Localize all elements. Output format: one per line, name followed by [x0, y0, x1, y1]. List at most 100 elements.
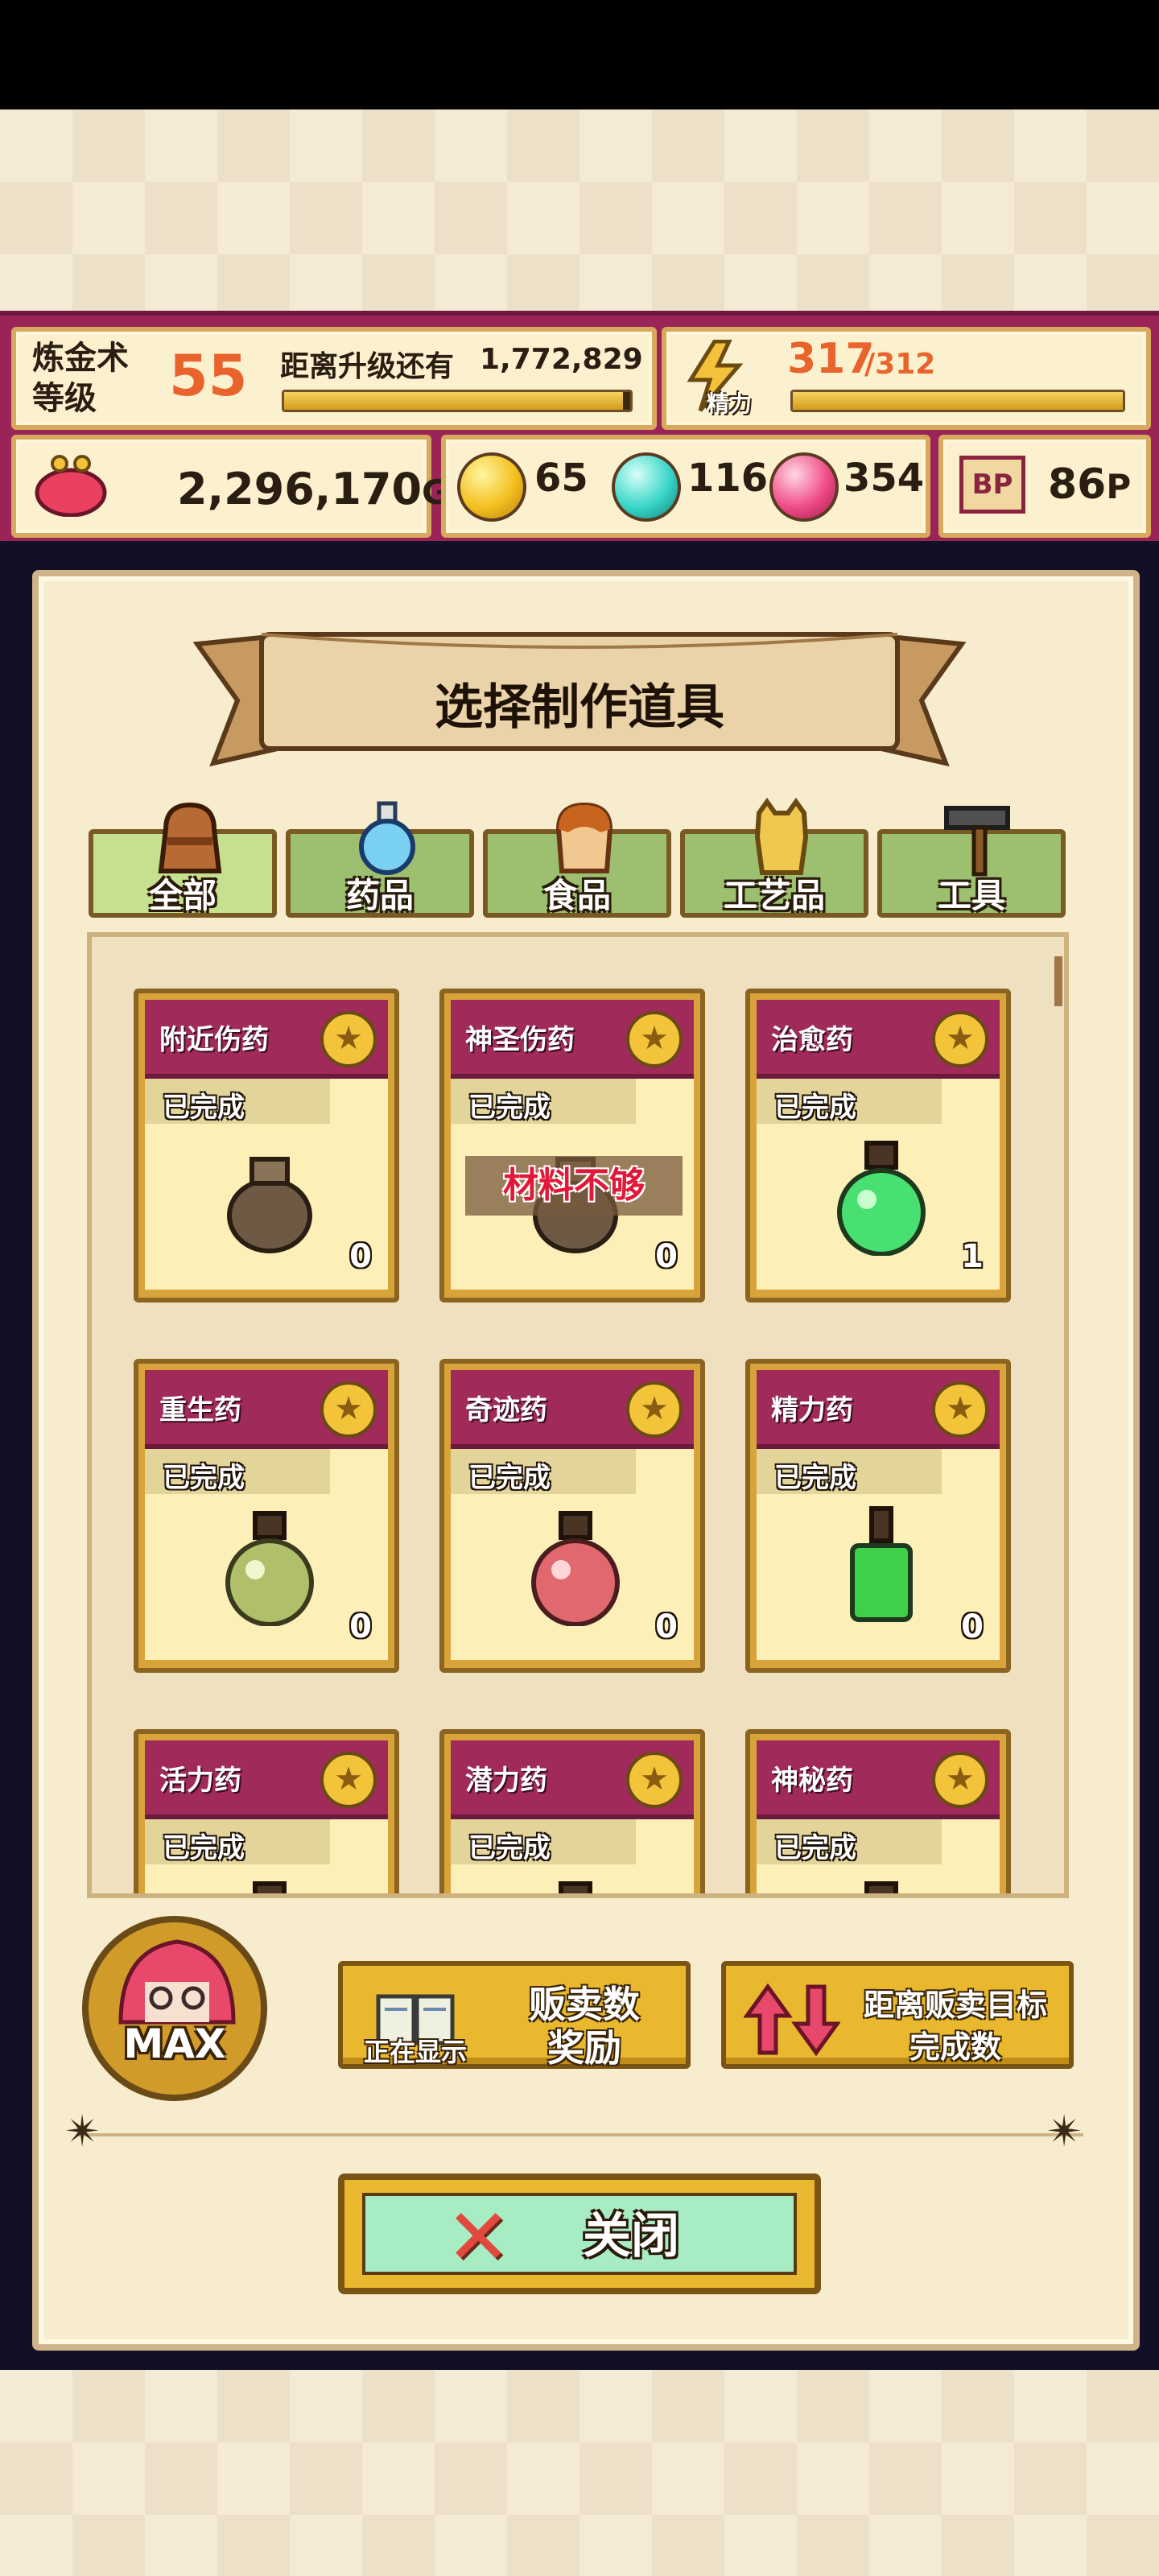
- item-count: 0: [349, 1238, 372, 1275]
- item-status: 已完成: [468, 1462, 551, 1494]
- item-grid: 附近伤药 ★ 已完成 0 神圣伤药 ★ 已完成 材料不够 0 治愈药 ★ 已完成 1 重生药 ★ 已完成 0 奇迹…: [92, 937, 1064, 1893]
- item-card[interactable]: 精力药 ★ 已完成 0: [745, 1359, 1011, 1673]
- sort-by-goal-button[interactable]: 距离贩卖目标 完成数: [721, 1961, 1074, 2069]
- green-potion-icon: [837, 1141, 926, 1256]
- bp-value: 86P: [1048, 460, 1132, 509]
- item-list[interactable]: 附近伤药 ★ 已完成 0 神圣伤药 ★ 已完成 材料不够 0 治愈药 ★ 已完成 1 重生药 ★ 已完成 0 奇迹…: [87, 932, 1069, 1898]
- item-name: 活力药: [159, 1765, 241, 1797]
- background-top: [0, 109, 1159, 316]
- energy-label: 精力: [707, 390, 753, 417]
- status-bar: [0, 0, 1159, 109]
- item-status: 已完成: [163, 1092, 245, 1124]
- item-name: 神圣伤药: [465, 1024, 575, 1056]
- next-level-label: 距离升级还有: [280, 350, 455, 383]
- item-card-body: 已完成 0: [145, 1079, 388, 1290]
- tab-medicine-label: 药品: [345, 876, 414, 915]
- background-bottom: [0, 2370, 1159, 2576]
- star-icon[interactable]: ★: [932, 1752, 988, 1808]
- close-button[interactable]: ✕ 关闭: [338, 2174, 821, 2294]
- item-status: 已完成: [774, 1092, 856, 1124]
- bread-icon: [555, 802, 613, 873]
- item-name: 奇迹药: [465, 1394, 547, 1426]
- item-card-body: 已完成: [757, 1819, 1000, 1893]
- energy-progress-bar: [790, 390, 1125, 412]
- sales-reward-button[interactable]: 正在显示 贩卖数 奖励: [338, 1961, 691, 2070]
- tab-tools-label: 工具: [937, 876, 1005, 915]
- item-card[interactable]: 神秘药 ★ 已完成: [745, 1729, 1011, 1893]
- red-potion-icon: [531, 1511, 620, 1626]
- divider-line: [77, 2133, 1083, 2136]
- tab-crafts[interactable]: 工艺品: [680, 797, 868, 918]
- item-name: 治愈药: [771, 1024, 853, 1056]
- tab-food[interactable]: 食品: [483, 802, 671, 918]
- close-label: 关闭: [583, 2208, 679, 2264]
- bp-icon: BP: [959, 456, 1025, 514]
- pink-orb-count: 354: [843, 456, 925, 501]
- item-card-header: 附近伤药 ★: [145, 1000, 388, 1079]
- item-count: 0: [655, 1238, 678, 1275]
- item-card-body: 已完成 0: [451, 1449, 694, 1660]
- hud-bar: 炼金术 等级 55 距离升级还有 1,772,829 精力 317 /312 2…: [0, 311, 1159, 551]
- bp-box: BP 86P: [938, 435, 1151, 538]
- blue-orb-count: 116: [687, 456, 769, 501]
- star-icon[interactable]: ★: [932, 1381, 988, 1438]
- item-card-header: 治愈药 ★: [757, 1000, 1000, 1079]
- potion-icon: [559, 1881, 592, 1893]
- item-card[interactable]: 神圣伤药 ★ 已完成材料不够 0: [439, 989, 705, 1302]
- item-card[interactable]: 奇迹药 ★ 已完成 0: [439, 1359, 705, 1673]
- tab-all-label: 全部: [148, 876, 217, 915]
- close-icon: ✕: [446, 2192, 511, 2282]
- star-icon[interactable]: ★: [626, 1011, 683, 1067]
- star-icon[interactable]: ★: [320, 1381, 377, 1438]
- item-name: 附近伤药: [159, 1024, 269, 1056]
- next-level-value: 1,772,829: [480, 343, 643, 376]
- tab-medicine[interactable]: 药品: [286, 801, 474, 918]
- star-icon[interactable]: ★: [932, 1011, 988, 1067]
- orbs-box: 65 116 354: [441, 435, 930, 538]
- star-icon[interactable]: ★: [320, 1011, 377, 1067]
- gold-box: 2,296,170G: [11, 435, 450, 538]
- item-count: 1: [961, 1238, 984, 1275]
- star-icon[interactable]: ★: [626, 1752, 683, 1808]
- tab-crafts-label: 工艺品: [723, 876, 825, 915]
- item-status: 已完成: [468, 1832, 551, 1864]
- potion-icon: [359, 801, 415, 875]
- sort-label-1: 距离贩卖目标: [863, 1988, 1047, 2023]
- level-progress-bar: [282, 390, 633, 412]
- cat-figurine-icon: [754, 797, 809, 875]
- star-icon[interactable]: ★: [626, 1381, 683, 1438]
- tab-all[interactable]: 全部: [89, 802, 277, 918]
- max-level-badge[interactable]: MAX: [82, 1916, 267, 2101]
- item-card-header: 活力药 ★: [145, 1740, 388, 1819]
- energy-max: /312: [864, 348, 936, 381]
- energy-current: 317: [787, 335, 875, 383]
- item-status: 已完成: [468, 1092, 551, 1124]
- item-card[interactable]: 活力药 ★ 已完成: [134, 1729, 399, 1893]
- item-card-header: 奇迹药 ★: [451, 1370, 694, 1449]
- item-status: 已完成: [163, 1832, 245, 1864]
- panel-title: 选择制作道具: [435, 679, 724, 736]
- item-card-body: 已完成: [451, 1819, 694, 1893]
- star-icon[interactable]: ★: [320, 1752, 377, 1808]
- purse-icon: [35, 455, 107, 517]
- list-scrollbar[interactable]: [1054, 956, 1062, 1006]
- item-card-body: 已完成 0: [757, 1449, 1000, 1660]
- sort-label-2: 完成数: [909, 2029, 1001, 2065]
- item-status: 已完成: [774, 1832, 856, 1864]
- insufficient-materials-overlay: 材料不够: [465, 1156, 683, 1216]
- level-label: 炼金术 等级: [32, 340, 129, 417]
- item-card[interactable]: 潜力药 ★ 已完成: [439, 1729, 705, 1893]
- item-card[interactable]: 治愈药 ★ 已完成 1: [745, 989, 1011, 1302]
- item-card-body: 已完成 1: [757, 1079, 1000, 1290]
- potion-icon: [253, 1881, 287, 1893]
- pouch-icon: [227, 1157, 312, 1253]
- tab-tools[interactable]: 工具: [877, 806, 1066, 918]
- item-card[interactable]: 附近伤药 ★ 已完成 0: [134, 989, 399, 1302]
- potion-icon: [864, 1881, 898, 1893]
- sparkle-left-icon: ✴: [64, 2106, 101, 2157]
- close-button-face: ✕ 关闭: [362, 2192, 797, 2282]
- max-label: MAX: [123, 2021, 226, 2067]
- item-card-body: 已完成: [145, 1819, 388, 1893]
- item-card[interactable]: 重生药 ★ 已完成 0: [134, 1359, 399, 1673]
- pink-orb-icon: [769, 452, 839, 522]
